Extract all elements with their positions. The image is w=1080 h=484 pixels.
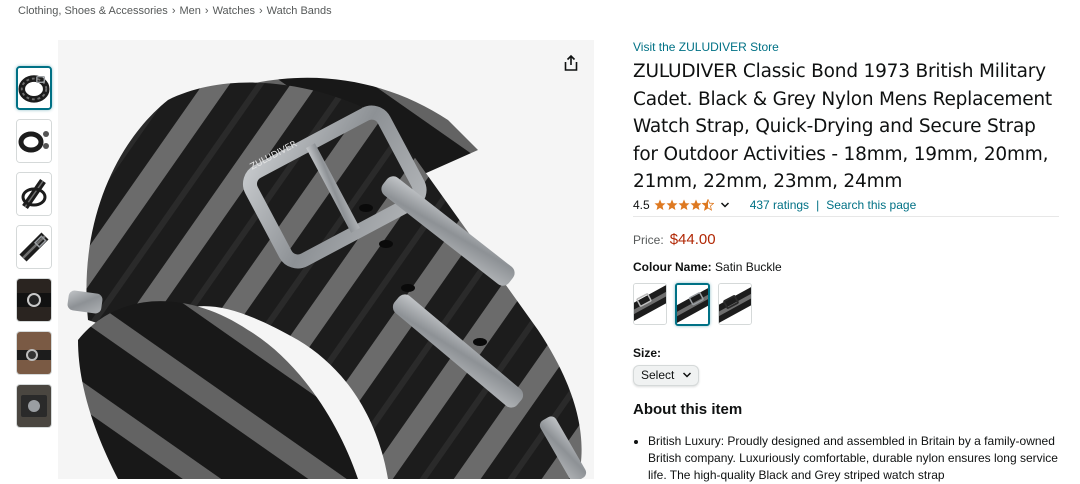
colour-name-label: Colour Name: bbox=[633, 259, 712, 274]
about-bullet: British Luxury: Proudly designed and ass… bbox=[648, 433, 1058, 484]
size-label: Size: bbox=[633, 345, 662, 360]
thumbnail-strap-flat[interactable] bbox=[16, 225, 52, 269]
breadcrumb-separator: › bbox=[204, 5, 209, 17]
star-icon bbox=[654, 199, 666, 210]
breadcrumb: Clothing, Shoes & Accessories › Men › Watche… bbox=[18, 5, 332, 17]
rating-dropdown-button[interactable] bbox=[720, 200, 730, 210]
star-icon bbox=[678, 199, 690, 210]
thumbnail-lifestyle-table[interactable] bbox=[16, 384, 52, 428]
about-this-item-heading: About this item bbox=[633, 400, 743, 418]
breadcrumb-separator: › bbox=[171, 5, 176, 17]
table-lifestyle-thumbnail-image bbox=[17, 385, 51, 427]
breadcrumb-item-watch-bands[interactable]: Watch Bands bbox=[267, 5, 332, 17]
main-product-image[interactable]: ZULUDIVER bbox=[58, 40, 594, 479]
about-bullet-list: British Luxury: Proudly designed and ass… bbox=[633, 433, 1058, 484]
thumbnail-lifestyle-outdoor[interactable] bbox=[16, 331, 52, 375]
swatch-strap-image bbox=[719, 283, 751, 324]
thumbnail-strap-closeup[interactable] bbox=[16, 66, 52, 110]
buckle-parts-thumbnail-image bbox=[17, 120, 51, 162]
thumbnail-lifestyle-wrist[interactable] bbox=[16, 278, 52, 322]
rating-value: 4.5 bbox=[633, 197, 650, 212]
rating-row: 4.5 437 ratings | Search this page bbox=[633, 197, 1059, 217]
size-dropdown[interactable]: Select bbox=[633, 364, 700, 386]
colour-swatches bbox=[633, 282, 1063, 326]
price-value: $44.00 bbox=[669, 230, 716, 248]
colour-name-value: Satin Buckle bbox=[715, 259, 782, 274]
rating-separator: | bbox=[816, 197, 820, 212]
swatch-strap-image bbox=[677, 284, 708, 324]
outdoor-lifestyle-thumbnail-image bbox=[17, 332, 51, 374]
price-label: Price: bbox=[633, 232, 664, 247]
product-info-panel: Visit the ZULUDIVER Store ZULUDIVER Clas… bbox=[633, 39, 1063, 484]
swatch-option-satin-buckle[interactable] bbox=[675, 282, 710, 326]
share-icon bbox=[564, 54, 578, 71]
strap-thumbnail-image bbox=[18, 68, 50, 108]
swatch-strap-image bbox=[634, 283, 666, 324]
star-icon bbox=[666, 199, 678, 210]
star-rating[interactable] bbox=[654, 198, 714, 211]
breadcrumb-separator: › bbox=[258, 5, 263, 17]
chevron-down-icon bbox=[720, 201, 729, 208]
swatch-option-1[interactable] bbox=[633, 282, 667, 325]
chevron-down-icon bbox=[682, 370, 692, 380]
wrist-lifestyle-thumbnail-image bbox=[17, 279, 51, 321]
thumbnail-strip bbox=[16, 66, 56, 437]
product-title: ZULUDIVER Classic Bond 1973 British Mili… bbox=[633, 61, 1052, 192]
ratings-count-link[interactable]: 437 ratings bbox=[750, 197, 809, 213]
star-icon bbox=[690, 199, 702, 210]
size-dropdown-value: Select bbox=[641, 367, 675, 382]
half-star-icon bbox=[701, 198, 714, 211]
colour-name-row: Colour Name: Satin Buckle bbox=[633, 259, 1063, 275]
coiled-strap-thumbnail-image bbox=[17, 173, 51, 215]
share-button[interactable] bbox=[556, 48, 586, 78]
breadcrumb-item-men[interactable]: Men bbox=[179, 5, 200, 17]
price-row: Price: $44.00 bbox=[633, 231, 1063, 248]
swatch-option-3[interactable] bbox=[718, 282, 752, 325]
nato-strap-image: ZULUDIVER bbox=[67, 77, 587, 479]
thumbnail-buckle-parts[interactable] bbox=[16, 119, 52, 163]
breadcrumb-item-clothing[interactable]: Clothing, Shoes & Accessories bbox=[18, 5, 168, 17]
flat-strap-thumbnail-image bbox=[17, 226, 51, 268]
search-this-page-link[interactable]: Search this page bbox=[826, 197, 916, 213]
visit-store-link[interactable]: Visit the ZULUDIVER Store bbox=[633, 39, 1063, 55]
thumbnail-strap-coiled[interactable] bbox=[16, 172, 52, 216]
breadcrumb-item-watches[interactable]: Watches bbox=[213, 5, 255, 17]
